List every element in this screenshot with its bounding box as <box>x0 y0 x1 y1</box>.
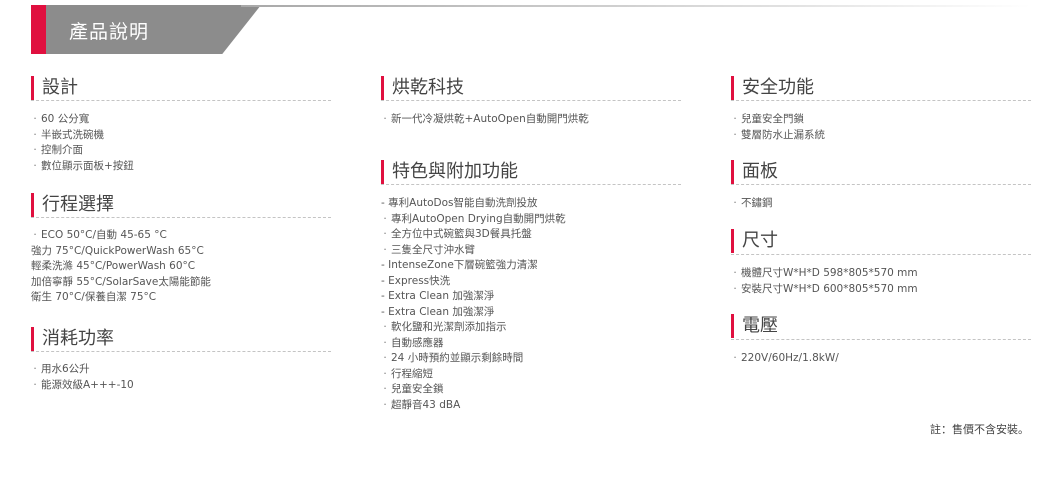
design-list: 60 公分寬 半嵌式洗碗機 控制介面 數位顯示面板+按鈕 <box>31 112 134 174</box>
features-divider <box>381 184 681 185</box>
banner-rule <box>241 5 1031 7</box>
list-item: 控制介面 <box>31 143 134 159</box>
list-item: 軟化鹽和光潔劑添加指示 <box>381 320 566 336</box>
list-item: 用水6公升 <box>31 362 134 378</box>
list-item: 三隻全尺寸沖水臂 <box>381 243 566 259</box>
programs-divider <box>31 217 331 218</box>
list-item: 雙層防水止漏系統 <box>731 128 825 144</box>
design-divider <box>31 100 331 101</box>
list-item: 新一代冷凝烘乾+AutoOpen自動開門烘乾 <box>381 112 589 128</box>
list-item: 220V/60Hz/1.8kW/ <box>731 351 839 367</box>
list-item: 數位顯示面板+按鈕 <box>31 159 134 175</box>
banner-title: 產品說明 <box>69 21 150 43</box>
size-title: 尺寸 <box>731 229 778 253</box>
list-item: ECO 50°C/自動 45-65 °C <box>31 228 211 244</box>
features-list: 專利AutoDos智能自動洗劑投放 專利AutoOpen Drying自動開門烘… <box>381 196 566 414</box>
safety-list: 兒童安全門鎖 雙層防水止漏系統 <box>731 112 825 143</box>
panel-title: 面板 <box>731 160 778 184</box>
list-item: 行程縮短 <box>381 367 566 383</box>
list-item: 專利AutoOpen Drying自動開門烘乾 <box>381 212 566 228</box>
drying-title: 烘乾科技 <box>381 76 464 100</box>
size-list: 機體尺寸W*H*D 598*805*570 mm 安裝尺寸W*H*D 600*8… <box>731 266 918 297</box>
voltage-list: 220V/60Hz/1.8kW/ <box>731 351 839 367</box>
list-item: 全方位中式碗籃與3D餐具托盤 <box>381 227 566 243</box>
panel-divider <box>731 184 1031 185</box>
list-item: 兒童安全鎖 <box>381 382 566 398</box>
drying-divider <box>381 100 681 101</box>
safety-title: 安全功能 <box>731 76 814 100</box>
safety-divider <box>731 100 1031 101</box>
list-item: 加倍寧靜 55°C/SolarSave太陽能節能 <box>31 275 211 288</box>
list-item: 強力 75°C/QuickPowerWash 65°C <box>31 244 204 257</box>
list-item: 安裝尺寸W*H*D 600*805*570 mm <box>731 282 918 298</box>
list-item: 能源效級A+++-10 <box>31 378 134 394</box>
list-item: Extra Clean 加強潔淨 <box>381 305 566 321</box>
price-note: 註：售價不含安裝。 <box>930 423 1029 436</box>
drying-list: 新一代冷凝烘乾+AutoOpen自動開門烘乾 <box>381 112 589 128</box>
design-title: 設計 <box>31 76 78 100</box>
list-item: 超靜音43 dBA <box>381 398 566 414</box>
list-item: 60 公分寬 <box>31 112 134 128</box>
list-item: 輕柔洗滌 45°C/PowerWash 60°C <box>31 260 196 272</box>
list-item: 半嵌式洗碗機 <box>31 128 134 144</box>
power-divider <box>31 351 331 352</box>
voltage-title: 電壓 <box>731 314 778 338</box>
list-item: 自動感應器 <box>381 336 566 352</box>
list-item: Extra Clean 加強潔淨 <box>381 289 566 305</box>
list-item: 24 小時預約並顯示剩餘時間 <box>381 351 566 367</box>
power-title: 消耗功率 <box>31 327 114 351</box>
size-divider <box>731 254 1031 255</box>
section-banner: 產品說明 <box>31 5 1031 55</box>
list-item: 衛生 70°C/保養自潔 75°C <box>31 291 157 303</box>
banner-accent <box>31 5 46 54</box>
programs-list: ECO 50°C/自動 45-65 °C 強力 75°C/QuickPowerW… <box>31 228 211 306</box>
list-item: IntenseZone下層碗籃強力清潔 <box>381 258 566 274</box>
panel-list: 不鏽鋼 <box>731 196 773 212</box>
list-item: 兒童安全門鎖 <box>731 112 825 128</box>
list-item: 機體尺寸W*H*D 598*805*570 mm <box>731 266 918 282</box>
list-item: Express快洗 <box>381 274 566 290</box>
power-list: 用水6公升 能源效級A+++-10 <box>31 362 134 393</box>
features-title: 特色與附加功能 <box>381 160 518 184</box>
voltage-divider <box>731 339 1031 340</box>
programs-title: 行程選擇 <box>31 193 114 217</box>
list-item: 不鏽鋼 <box>731 196 773 212</box>
list-item: 專利AutoDos智能自動洗劑投放 <box>381 196 566 212</box>
